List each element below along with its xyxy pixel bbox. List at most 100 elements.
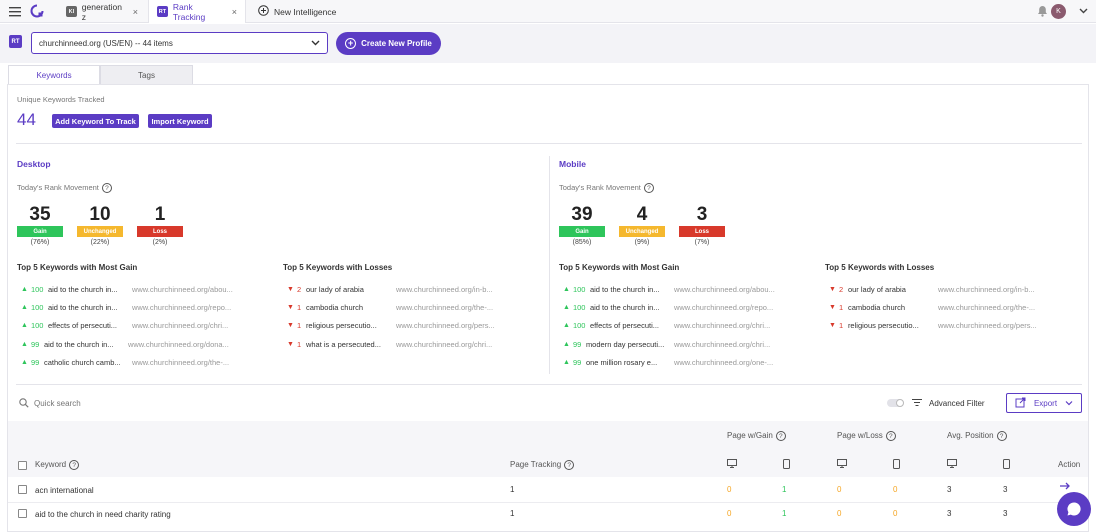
- url-text: www.churchinneed.org/in-b...: [937, 285, 1035, 294]
- url-text: www.churchinneed.org/chri...: [673, 340, 771, 349]
- chat-button[interactable]: [1057, 492, 1091, 526]
- tab-keywords[interactable]: Keywords: [8, 65, 100, 84]
- url-text: www.churchinneed.org/pers...: [395, 321, 495, 330]
- rank-change: 99: [572, 340, 582, 349]
- keyword-cell[interactable]: aid to the church in need charity rating: [35, 510, 171, 519]
- list-item[interactable]: ▲ 99 aid to the church in... www.churchinne…: [21, 339, 236, 350]
- avg-desktop-cell: 3: [947, 509, 952, 518]
- list-item[interactable]: ▼ 1 cambodia church www.churchinneed.org/th…: [287, 302, 504, 313]
- chevron-down-icon[interactable]: [1079, 7, 1088, 16]
- keyword-cell[interactable]: acn international: [35, 486, 94, 495]
- arrow-right-icon[interactable]: [1060, 482, 1071, 492]
- filter-lines-icon: [912, 398, 922, 409]
- rank-change: 100: [30, 321, 44, 330]
- arrow-up-icon: ▲: [563, 341, 570, 348]
- bell-icon[interactable]: [1037, 5, 1048, 19]
- table-row[interactable]: [8, 477, 1088, 503]
- mobile-most-gain-title: Top 5 Keywords with Most Gain: [559, 263, 680, 272]
- rank-change: 99: [30, 358, 40, 367]
- desktop-unchanged-value: 10: [89, 204, 111, 225]
- tab-label: generation z: [81, 1, 122, 22]
- advanced-filter-button[interactable]: Advanced Filter: [929, 399, 985, 408]
- help-icon[interactable]: ?: [643, 183, 654, 194]
- export-button[interactable]: Export: [1006, 393, 1082, 413]
- keyword-text: catholic church camb...: [43, 358, 121, 367]
- list-item[interactable]: ▲ 100 aid to the church in... www.churchinn…: [21, 284, 240, 295]
- help-icon[interactable]: ?: [996, 431, 1007, 441]
- loss-mobile-cell: 0: [893, 485, 898, 494]
- arrow-up-icon: ▲: [21, 341, 28, 348]
- list-item[interactable]: ▲ 100 effects of persecuti... www.churchinn…: [563, 320, 782, 331]
- close-icon[interactable]: ×: [133, 7, 138, 17]
- export-label: Export: [1033, 398, 1058, 408]
- tab-label: Rank Tracking: [172, 1, 206, 22]
- list-item[interactable]: ▲ 100 aid to the church in... www.churchinn…: [563, 302, 782, 313]
- url-text: www.churchinneed.org/pers...: [937, 321, 1037, 330]
- avatar[interactable]: K: [1051, 4, 1066, 19]
- keyword-text: religious persecutio...: [305, 321, 377, 330]
- add-keyword-button[interactable]: Add Keyword To Track: [52, 114, 139, 128]
- mobile-gain-label: Gain: [559, 226, 605, 237]
- app-logo-icon[interactable]: [30, 4, 44, 20]
- list-item[interactable]: ▼ 1 religious persecutio... www.churchinnee…: [829, 320, 1046, 331]
- help-icon[interactable]: ?: [69, 460, 80, 470]
- filter-toggle[interactable]: [887, 399, 904, 407]
- desktop-unchanged-pct: (22%): [90, 239, 110, 246]
- hamburger-menu-icon[interactable]: [9, 6, 21, 19]
- rank-change: 100: [572, 321, 586, 330]
- close-icon[interactable]: ×: [232, 7, 237, 17]
- arrow-up-icon: ▲: [21, 322, 28, 329]
- arrow-up-icon: ▲: [21, 304, 28, 311]
- arrow-up-icon: ▲: [21, 359, 28, 366]
- desktop-movement-text: Today's Rank Movement: [17, 183, 99, 192]
- list-item[interactable]: ▲ 99 catholic church camb... www.churchinne…: [21, 357, 240, 368]
- list-item[interactable]: ▲ 100 effects of persecuti... www.churchinn…: [21, 320, 240, 331]
- list-item[interactable]: ▼ 1 religious persecutio... www.churchinnee…: [287, 320, 504, 331]
- list-item[interactable]: ▼ 1 what is a persecuted... www.churchinnee…: [287, 339, 504, 350]
- list-item[interactable]: ▲ 99 one million rosary e... www.churchinne…: [563, 357, 782, 368]
- keyword-text: cambodia church: [847, 303, 906, 312]
- list-item[interactable]: ▲ 100 aid to the church in... www.churchinn…: [21, 302, 240, 313]
- profile-select-value: churchinneed.org (US/EN) -- 44 items: [39, 38, 173, 48]
- url-text: www.churchinneed.org/the-...: [131, 358, 230, 367]
- arrow-up-icon: ▲: [21, 286, 28, 293]
- page-tracking-cell: 1: [510, 485, 515, 494]
- col-page-tracking[interactable]: Page Tracking?: [510, 460, 575, 470]
- search-input[interactable]: [34, 396, 234, 410]
- arrow-up-icon: ▲: [563, 322, 570, 329]
- desktop-unchanged-label: Unchanged: [77, 226, 123, 237]
- import-keyword-button[interactable]: Import Keyword: [148, 114, 212, 128]
- desktop-loss-label: Loss: [137, 226, 183, 237]
- list-item[interactable]: ▼ 1 cambodia church www.churchinneed.org/th…: [829, 302, 1046, 313]
- create-new-profile-button[interactable]: + Create New Profile: [336, 32, 441, 55]
- chevron-down-icon: [311, 39, 320, 48]
- tab-badge: KI: [66, 6, 77, 17]
- list-item[interactable]: ▼ 2 our lady of arabia www.churchinneed.org…: [829, 284, 1046, 295]
- plus-circle-icon: [258, 5, 269, 18]
- help-icon[interactable]: ?: [885, 431, 896, 441]
- mobile-gain-pct: (85%): [572, 239, 592, 246]
- col-keyword[interactable]: Keyword?: [35, 460, 80, 470]
- unique-keywords-label: Unique Keywords Tracked: [17, 95, 105, 104]
- rank-change: 100: [30, 303, 44, 312]
- url-text: www.churchinneed.org/repo...: [131, 303, 232, 312]
- row-checkbox[interactable]: [18, 485, 27, 494]
- help-icon[interactable]: ?: [775, 431, 786, 441]
- list-item[interactable]: ▲ 100 aid to the church in... www.churchinn…: [563, 284, 782, 295]
- tab-tags[interactable]: Tags: [100, 65, 193, 84]
- profile-select[interactable]: churchinneed.org (US/EN) -- 44 items: [31, 32, 328, 54]
- desktop-loss-value: 1: [154, 204, 166, 225]
- desktop-loss-pct: (2%): [152, 239, 168, 246]
- list-item[interactable]: ▼ 2 our lady of arabia www.churchinneed.org…: [287, 284, 504, 295]
- select-all-checkbox[interactable]: [18, 461, 27, 470]
- help-icon[interactable]: ?: [101, 183, 112, 194]
- new-intelligence-tab[interactable]: New Intelligence: [250, 0, 350, 23]
- tab-rank-tracking[interactable]: RT Rank Tracking ×: [148, 0, 246, 23]
- tab-generation-z[interactable]: KI generation z ×: [58, 0, 146, 23]
- list-item[interactable]: ▲ 99 modern day persecuti... www.churchinne…: [563, 339, 782, 350]
- help-icon[interactable]: ?: [564, 460, 575, 470]
- mobile-loss-value: 3: [696, 204, 708, 225]
- row-checkbox[interactable]: [18, 509, 27, 518]
- keyword-text: modern day persecuti...: [585, 340, 665, 349]
- desktop-gain-pct: (76%): [30, 239, 50, 246]
